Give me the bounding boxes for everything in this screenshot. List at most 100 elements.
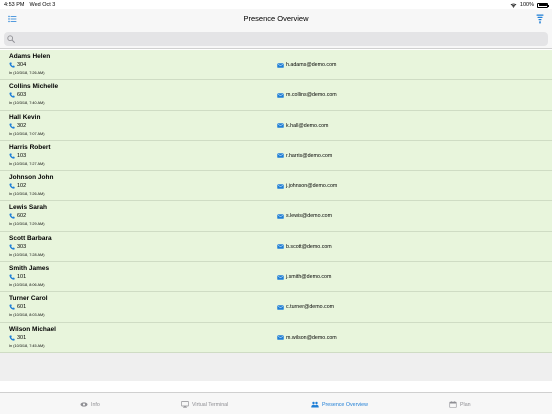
contact-email[interactable]: j.smith@demo.com bbox=[277, 274, 331, 280]
contact-email[interactable]: c.turner@demo.com bbox=[277, 304, 334, 310]
contact-email[interactable]: k.hall@demo.com bbox=[277, 123, 328, 129]
presence-status: In (10/3/18, 7:45 AM) bbox=[9, 343, 45, 348]
presence-list: Adams Helen 304 In (10/3/18, 7:26 AM) h.ada… bbox=[0, 50, 552, 353]
contact-phone-number: 603 bbox=[17, 92, 27, 99]
tab-presence-overview[interactable]: Presence Overview bbox=[311, 401, 368, 408]
contact-name: Hall Kevin bbox=[9, 113, 41, 121]
contact-phone[interactable]: 101 bbox=[9, 274, 26, 280]
contact-row[interactable]: Wilson Michael 301 In (10/3/18, 7:45 AM) m.… bbox=[0, 322, 552, 353]
contact-phone[interactable]: 303 bbox=[9, 244, 26, 250]
search-input[interactable] bbox=[4, 32, 548, 46]
phone-icon bbox=[9, 122, 15, 129]
contact-row[interactable]: Collins Michelle 603 In (10/3/18, 7:40 AM)… bbox=[0, 80, 552, 111]
contact-phone[interactable]: 304 bbox=[9, 62, 26, 68]
contact-row[interactable]: Scott Barbara 303 In (10/3/18, 7:28 AM) b.s… bbox=[0, 231, 552, 263]
presence-status: In (10/3/18, 8:03 AM) bbox=[9, 313, 45, 318]
mail-icon bbox=[277, 274, 284, 280]
contact-email-address: m.wilson@demo.com bbox=[286, 334, 337, 341]
contact-phone[interactable]: 103 bbox=[9, 153, 26, 159]
tab-label: Virtual Terminal bbox=[192, 401, 229, 408]
tab-bar: Info Virtual Terminal Presence Overview Pla… bbox=[0, 392, 552, 414]
contact-email-address: c.turner@demo.com bbox=[286, 304, 335, 311]
contact-phone[interactable]: 602 bbox=[9, 213, 26, 219]
navigation-bar: Presence Overview bbox=[0, 9, 552, 29]
tab-label: Info bbox=[91, 401, 100, 408]
search-icon bbox=[7, 35, 15, 43]
page-title: Presence Overview bbox=[243, 14, 309, 23]
contact-name: Collins Michelle bbox=[9, 83, 59, 91]
mail-icon bbox=[277, 305, 284, 310]
contact-name: Johnson John bbox=[9, 174, 54, 182]
presence-status: In (10/3/18, 7:29 AM) bbox=[9, 222, 45, 227]
contact-phone[interactable]: 301 bbox=[9, 335, 26, 341]
contact-email-address: m.collins@demo.com bbox=[286, 92, 337, 99]
tab-info[interactable]: Info bbox=[80, 401, 100, 408]
contact-name: Adams Helen bbox=[9, 53, 51, 60]
contact-email[interactable]: h.adams@demo.com bbox=[277, 62, 336, 68]
battery-icon bbox=[537, 2, 549, 8]
contact-email-address: j.johnson@demo.com bbox=[286, 183, 338, 190]
contact-name: Turner Carol bbox=[9, 295, 48, 303]
contact-email[interactable]: s.lewis@demo.com bbox=[277, 213, 332, 219]
contact-phone-number: 304 bbox=[17, 62, 27, 68]
tab-plan[interactable]: Plan bbox=[449, 401, 471, 408]
phone-icon bbox=[9, 244, 15, 250]
status-date: Wed Oct 3 bbox=[29, 2, 56, 8]
contact-phone[interactable]: 601 bbox=[9, 304, 26, 310]
battery-percentage: 100% bbox=[519, 2, 534, 8]
contact-phone-number: 602 bbox=[17, 213, 27, 220]
phone-icon bbox=[9, 62, 15, 68]
contact-email[interactable]: j.johnson@demo.com bbox=[277, 183, 337, 189]
phone-icon bbox=[9, 274, 15, 280]
tab-label: Presence Overview bbox=[322, 401, 368, 408]
people-icon bbox=[311, 401, 319, 408]
calendar-icon bbox=[449, 401, 457, 408]
mail-icon bbox=[277, 123, 284, 128]
filter-icon[interactable] bbox=[536, 14, 544, 24]
eye-icon bbox=[80, 402, 88, 407]
contact-phone[interactable]: 302 bbox=[9, 123, 26, 129]
contact-phone[interactable]: 102 bbox=[9, 183, 26, 189]
contact-row[interactable]: Smith James 101 In (10/3/18, 8:06 AM) j.smi… bbox=[0, 262, 552, 293]
contact-email-address: r.harris@demo.com bbox=[286, 152, 333, 159]
contact-name: Lewis Sarah bbox=[9, 204, 47, 212]
phone-icon bbox=[9, 304, 15, 311]
mail-icon bbox=[277, 214, 284, 219]
contact-row[interactable]: Lewis Sarah 602 In (10/3/18, 7:29 AM) s.lew… bbox=[0, 201, 552, 232]
tab-label: Plan bbox=[460, 401, 471, 408]
contact-name: Scott Barbara bbox=[9, 234, 52, 242]
contact-phone-number: 303 bbox=[17, 243, 27, 250]
phone-icon bbox=[9, 335, 15, 341]
contact-phone[interactable]: 603 bbox=[9, 92, 26, 98]
contact-name: Wilson Michael bbox=[9, 325, 56, 333]
presence-status: In (10/3/18, 7:07 AM) bbox=[9, 131, 45, 136]
mail-icon bbox=[277, 335, 284, 340]
contact-phone-number: 102 bbox=[17, 183, 27, 190]
contact-row[interactable]: Johnson John 102 In (10/3/18, 7:26 AM) j.jo… bbox=[0, 171, 552, 202]
presence-status: In (10/3/18, 7:40 AM) bbox=[9, 101, 45, 106]
contact-email[interactable]: m.wilson@demo.com bbox=[277, 335, 337, 341]
mail-icon bbox=[277, 183, 284, 189]
presence-status: In (10/3/18, 8:06 AM) bbox=[9, 283, 45, 288]
contact-row[interactable]: Turner Carol 601 In (10/3/18, 8:03 AM) c.tu… bbox=[0, 292, 552, 323]
contact-phone-number: 103 bbox=[17, 152, 27, 159]
contact-email-address: b.scott@demo.com bbox=[286, 243, 332, 250]
presence-status: In (10/3/18, 7:28 AM) bbox=[9, 252, 45, 257]
phone-icon bbox=[9, 92, 15, 98]
contact-row[interactable]: Adams Helen 304 In (10/3/18, 7:26 AM) h.ada… bbox=[0, 50, 552, 81]
status-bar: 4:53 PM Wed Oct 3 100% bbox=[0, 0, 552, 9]
wifi-icon bbox=[510, 3, 517, 8]
contact-row[interactable]: Harris Robert 103 In (10/3/18, 7:27 AM) r.h… bbox=[0, 140, 552, 172]
contact-email[interactable]: b.scott@demo.com bbox=[277, 244, 332, 250]
mail-icon bbox=[277, 62, 284, 68]
status-time: 4:53 PM bbox=[4, 2, 25, 8]
presence-status: In (10/3/18, 7:26 AM) bbox=[9, 192, 45, 197]
contact-email[interactable]: r.harris@demo.com bbox=[277, 153, 332, 159]
monitor-icon bbox=[181, 401, 189, 408]
contact-name: Smith James bbox=[9, 265, 50, 273]
contact-email-address: k.hall@demo.com bbox=[286, 122, 329, 129]
phone-icon bbox=[9, 213, 15, 220]
contact-email[interactable]: m.collins@demo.com bbox=[277, 92, 337, 98]
tab-virtual-terminal[interactable]: Virtual Terminal bbox=[181, 401, 228, 408]
contact-row[interactable]: Hall Kevin 302 In (10/3/18, 7:07 AM) k.hall… bbox=[0, 110, 552, 141]
